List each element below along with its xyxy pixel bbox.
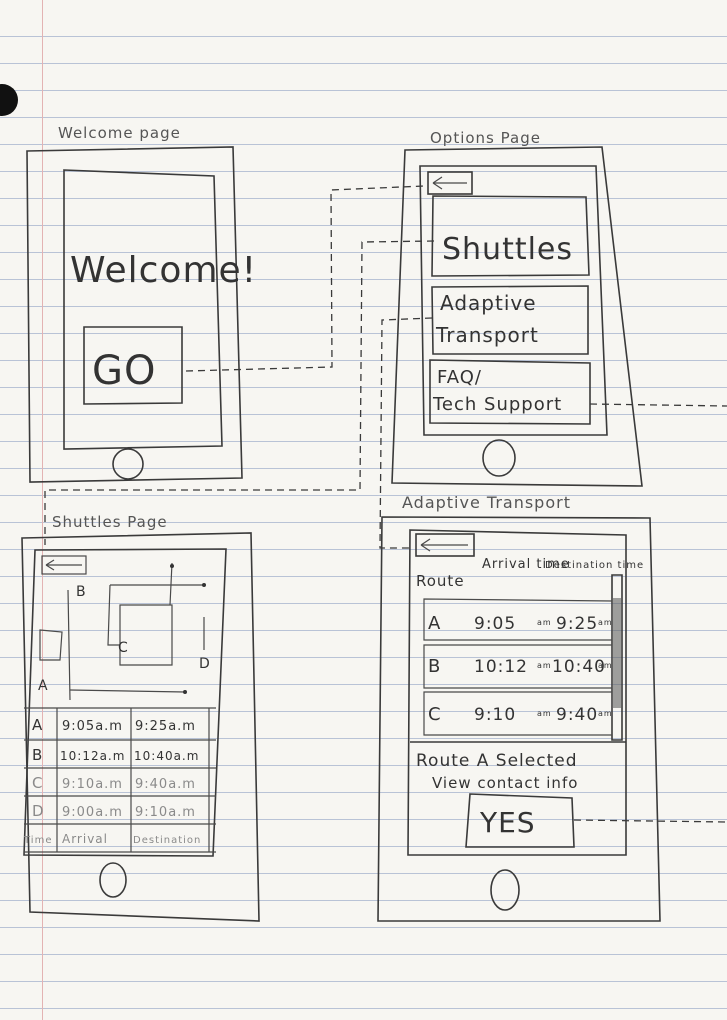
options-home-button[interactable]: [482, 439, 516, 477]
go-button[interactable]: GO: [83, 326, 183, 405]
shuttles-page-label: Shuttles Page: [52, 513, 168, 531]
route-label: B: [428, 656, 441, 677]
view-contact-text: View contact info: [432, 774, 578, 792]
option-shuttles-label: Shuttles: [442, 232, 573, 267]
arrow-left-icon: [45, 559, 82, 571]
route-arrival: 9:10: [474, 705, 516, 725]
route-arrival: 9:05: [474, 614, 516, 634]
map-label-d: D: [199, 656, 211, 672]
option-faq-line2: Tech Support: [432, 394, 562, 415]
route-destination-am: am: [598, 661, 613, 670]
row-arrival: 9:05a.m: [62, 719, 123, 734]
route-arrival-am: am: [537, 618, 552, 627]
row-route: C: [32, 774, 43, 792]
route-selected-text: Route A Selected: [416, 751, 577, 771]
row-destination: 10:40a.m: [134, 749, 199, 763]
route-arrival-am: am: [537, 709, 552, 718]
row-destination: 9:40a.m: [135, 777, 196, 792]
route-map[interactable]: A B C D: [38, 562, 211, 701]
option-shuttles[interactable]: Shuttles: [431, 195, 590, 277]
welcome-home-button[interactable]: [112, 448, 144, 480]
route-arrival-am: am: [537, 661, 552, 670]
row-destination: 9:10a.m: [135, 805, 196, 820]
yes-button[interactable]: YES: [465, 793, 575, 848]
route-row[interactable]: B 10:12 am 10:40 am: [423, 644, 613, 689]
header-route: Route: [416, 572, 465, 590]
flow-connector-faq: [589, 403, 727, 407]
option-faq-line1: FAQ/: [437, 367, 482, 388]
route-row[interactable]: A 9:05 am 9:25 am: [423, 598, 613, 641]
route-c-line: [119, 604, 173, 666]
welcome-heading: Welcome!: [70, 250, 257, 291]
row-route: A: [32, 716, 43, 734]
option-adaptive-line2: Transport: [435, 323, 539, 347]
route-label: C: [428, 704, 442, 725]
map-stop: [170, 564, 174, 568]
footer-arrival: Arrival: [62, 832, 108, 846]
map-label-c: C: [118, 640, 129, 656]
footer-destination: Destination: [133, 835, 201, 846]
route-row[interactable]: C 9:10 am 9:40 am: [423, 691, 613, 736]
adaptive-table-headers: Route Arrival time Destination time: [416, 557, 644, 590]
header-destination: Destination time: [545, 560, 644, 571]
go-button-label[interactable]: GO: [92, 348, 156, 394]
route-arrival: 10:12: [474, 657, 528, 677]
adaptive-home-button[interactable]: [490, 869, 520, 911]
flow-connector-yes: [573, 819, 727, 823]
row-arrival: 10:12a.m: [60, 749, 125, 763]
row-route: D: [32, 802, 45, 820]
welcome-phone-frame: [26, 146, 243, 483]
welcome-phone: [26, 146, 243, 483]
route-destination-am: am: [598, 709, 613, 718]
route-destination: 9:40: [556, 705, 598, 725]
option-adaptive-transport[interactable]: Adaptive Transport: [431, 285, 589, 355]
map-label-a: A: [38, 678, 49, 694]
row-arrival: 9:00a.m: [62, 805, 123, 820]
welcome-phone-screen: [63, 169, 223, 450]
welcome-page-label: Welcome page: [58, 124, 181, 142]
footer-route: Time: [23, 835, 52, 846]
arrow-left-icon: [420, 538, 468, 552]
back-button[interactable]: [415, 533, 475, 557]
route-d-line: [69, 562, 205, 693]
route-b-line: [107, 584, 205, 646]
row-arrival: 9:10a.m: [62, 777, 123, 792]
route-destination-am: am: [598, 618, 613, 627]
back-button[interactable]: [41, 555, 87, 575]
options-phone: [391, 146, 643, 487]
option-adaptive-line1: Adaptive: [440, 291, 537, 315]
route-destination: 9:25: [556, 614, 598, 634]
scrollbar[interactable]: [611, 574, 623, 741]
table-footer-row: Time Arrival Destination: [23, 832, 201, 846]
wireframe-sketch: Welcome page Welcome! GO Options Page Sh…: [21, 124, 727, 922]
option-faq-support[interactable]: FAQ/ Tech Support: [429, 359, 591, 425]
arrow-left-icon: [432, 176, 467, 190]
row-destination: 9:25a.m: [135, 719, 196, 734]
scrollbar-thumb[interactable]: [613, 598, 621, 708]
map-label-b: B: [76, 584, 87, 600]
options-page-label: Options Page: [430, 129, 541, 147]
adaptive-page-label: Adaptive Transport: [402, 493, 571, 512]
map-stop: [183, 690, 187, 694]
row-route: B: [32, 746, 43, 764]
shuttles-home-button[interactable]: [99, 862, 127, 898]
map-stop: [202, 583, 206, 587]
route-label: A: [428, 613, 441, 634]
back-button[interactable]: [427, 171, 473, 195]
yes-button-label[interactable]: YES: [479, 806, 536, 839]
